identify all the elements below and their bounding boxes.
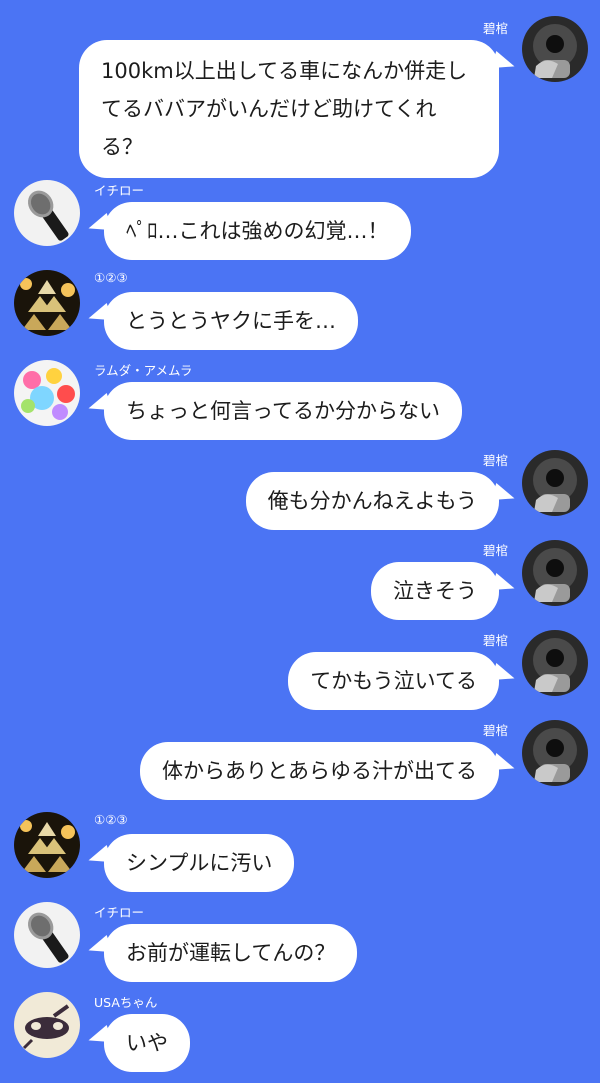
message-bubble[interactable]: 100km以上出してる車になんか併走してるババアがいんだけど助けてくれる？	[79, 40, 499, 178]
message-bubble[interactable]: ちょっと何言ってるか分からない	[104, 382, 462, 440]
sender-name: 碧棺	[482, 723, 508, 738]
message-bubble[interactable]: シンプルに汚い	[104, 834, 295, 892]
champagne-tower-avatar-icon[interactable]	[14, 812, 80, 878]
sender-name: ラムダ・アメムラ	[94, 363, 193, 378]
message-bubble[interactable]: とうとうヤクに手を…	[104, 292, 358, 350]
sender-name: 碧棺	[482, 453, 508, 468]
pistol-avatar-icon[interactable]	[522, 16, 588, 82]
sender-name: 碧棺	[482, 543, 508, 558]
message-bubble[interactable]: 泣きそう	[371, 562, 499, 620]
chat-thread: 碧棺 100km以上出してる車になんか併走してるババアがいんだけど助けてくれる？…	[0, 0, 600, 1083]
message-bubble[interactable]: お前が運転してんの？	[104, 924, 358, 982]
message-bubble[interactable]: てかもう泣いてる	[288, 652, 499, 710]
sender-name: イチロー	[94, 905, 145, 920]
message-bubble[interactable]: いや	[104, 1014, 190, 1072]
message-bubble[interactable]: 俺も分かんねえよもう	[245, 472, 499, 530]
message-bubble[interactable]: ﾍﾟﾛ…これは強めの幻覚…！	[104, 202, 411, 260]
message-bubble[interactable]: 体からありとあらゆる汁が出てる	[140, 742, 499, 800]
microphone-avatar-icon[interactable]	[14, 180, 80, 246]
sender-name: ①②③	[94, 812, 128, 827]
candy-avatar-icon[interactable]	[14, 360, 80, 426]
champagne-tower-avatar-icon[interactable]	[14, 270, 80, 336]
sender-name: 碧棺	[482, 21, 508, 36]
sender-name: イチロー	[94, 183, 145, 198]
pistol-avatar-icon[interactable]	[522, 450, 588, 516]
pistol-avatar-icon[interactable]	[522, 540, 588, 606]
microphone-avatar-icon[interactable]	[14, 902, 80, 968]
pistol-avatar-icon[interactable]	[522, 630, 588, 696]
sender-name: 碧棺	[482, 633, 508, 648]
sender-name: USAちゃん	[94, 995, 158, 1010]
rabbit-avatar-icon[interactable]	[14, 992, 80, 1058]
pistol-avatar-icon[interactable]	[522, 720, 588, 786]
sender-name: ①②③	[94, 270, 128, 285]
